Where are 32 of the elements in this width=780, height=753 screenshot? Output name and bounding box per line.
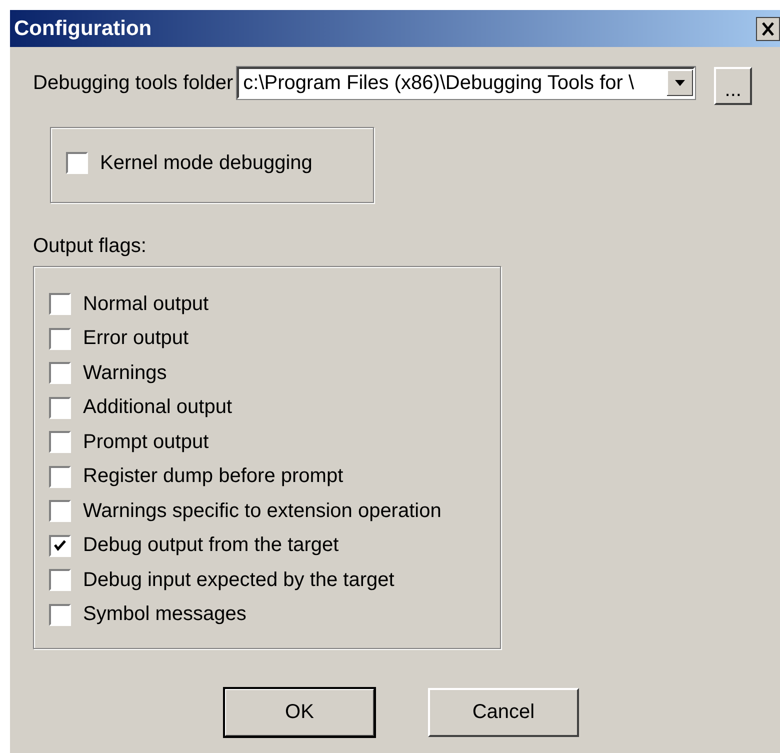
folder-label: Debugging tools folder (33, 72, 234, 95)
checkbox[interactable] (49, 328, 71, 350)
checkbox-label: Normal output (83, 292, 209, 316)
checkbox[interactable] (49, 362, 71, 384)
checkbox[interactable] (49, 604, 71, 626)
checkbox-label: Register dump before prompt (83, 465, 344, 488)
checkbox-label: Warnings specific to extension operation (83, 500, 442, 522)
browse-button[interactable]: ... (714, 67, 752, 105)
checkbox-label: Symbol messages (83, 603, 246, 626)
checkbox[interactable] (49, 534, 71, 556)
checkbox[interactable] (49, 293, 71, 315)
check-icon (53, 538, 67, 552)
checkbox[interactable] (49, 500, 71, 522)
ok-button[interactable]: OK (224, 688, 375, 737)
checkbox[interactable] (49, 569, 71, 591)
checkbox-label: Warnings (83, 362, 167, 384)
checkbox[interactable] (49, 431, 71, 453)
checkbox-label: Debug output from the target (83, 534, 339, 557)
checkbox[interactable] (49, 396, 71, 418)
checkbox-label: Error output (83, 327, 189, 350)
folder-dropdown[interactable]: c:\Program Files (x86)\Debugging Tools for \ (237, 67, 696, 99)
close-icon[interactable] (756, 16, 780, 40)
checkbox[interactable] (66, 152, 88, 174)
checkbox[interactable] (49, 466, 71, 488)
dropdown-arrow-icon[interactable] (667, 70, 694, 96)
checkbox-label: Debug input expected by the target (83, 568, 394, 592)
section-label: Output flags: (33, 235, 148, 258)
checkbox-label: Additional output (83, 396, 232, 419)
cancel-button[interactable]: Cancel (428, 688, 579, 737)
checkbox-label: Kernel mode debugging (100, 152, 312, 174)
window-title: Configuration (14, 16, 152, 40)
checkbox-label: Prompt output (83, 430, 209, 454)
